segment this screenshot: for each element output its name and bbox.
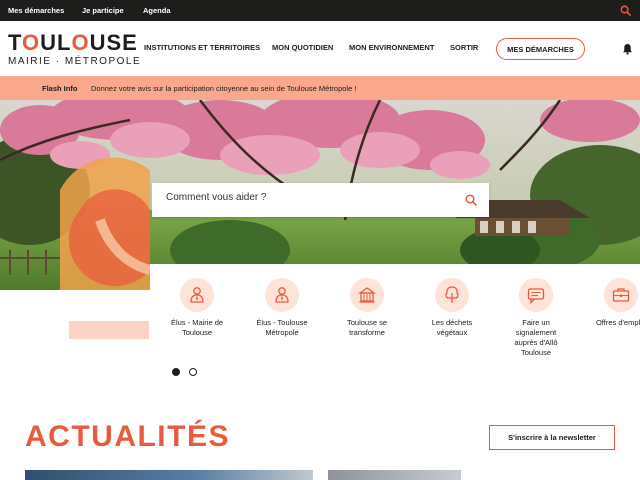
person-icon [180, 278, 214, 312]
chat-icon [519, 278, 553, 312]
main-header: TOULOUSE MAIRIE · MÉTROPOLE INSTITUTIONS… [0, 21, 640, 76]
search-input[interactable] [166, 192, 446, 203]
topbar-link-je-participe[interactable]: Je participe [82, 6, 124, 15]
logo-subtitle: MAIRIE · MÉTROPOLE [8, 56, 142, 67]
topbar-link-mes-demarches[interactable]: Mes démarches [8, 6, 64, 15]
flash-info-banner[interactable]: Flash Info Donnez votre avis sur la part… [0, 76, 640, 100]
flash-info-label: Flash Info [42, 84, 78, 93]
quick-access-elus-mairie[interactable]: Élus - Mairie de Toulouse [165, 278, 229, 338]
news-card-image[interactable] [328, 470, 461, 480]
news-section-title: ACTUALITÉS [25, 420, 230, 453]
nav-sortir[interactable]: SORTIR [450, 43, 478, 52]
carousel-dot-2[interactable] [189, 368, 197, 376]
quick-access-offres-emploi[interactable]: Offres d'emploi [589, 278, 640, 328]
quick-access-label: Les déchets végétaux [431, 318, 473, 337]
search-icon[interactable] [620, 5, 631, 16]
person-icon [265, 278, 299, 312]
newsletter-subscribe-button[interactable]: S'inscrire à la newsletter [489, 425, 615, 450]
nav-mon-quotidien[interactable]: MON QUOTIDIEN [272, 43, 333, 52]
quick-access-label: Offres d'emploi [595, 318, 640, 327]
top-utility-bar: Mes démarches Je participe Agenda [0, 0, 640, 21]
tree-icon [435, 278, 469, 312]
quick-access-toulouse-se-transforme[interactable]: Toulouse se transforme [335, 278, 399, 338]
search-icon[interactable] [465, 194, 477, 206]
quick-access-dechets-vegetaux[interactable]: Les déchets végétaux [420, 278, 484, 338]
decorative-pink-bar [69, 321, 149, 339]
quick-access-label: Faire un signalement auprès d'Allô Toulo… [514, 318, 558, 357]
building-icon [350, 278, 384, 312]
hero-search-box[interactable] [152, 183, 489, 217]
logo-wordmark: TOULOUSE [8, 30, 138, 55]
news-card-image[interactable] [25, 470, 313, 480]
mes-demarches-button[interactable]: MES DÉMARCHES [496, 38, 585, 60]
nav-mon-environnement[interactable]: MON ENVIRONNEMENT [349, 43, 434, 52]
topbar-link-agenda[interactable]: Agenda [143, 6, 171, 15]
quick-access-carousel: Élus - Mairie de Toulouse Élus - Toulous… [150, 264, 640, 374]
quick-access-signalement-allo-toulouse[interactable]: Faire un signalement auprès d'Allô Toulo… [504, 278, 568, 358]
quick-access-label: Élus - Mairie de Toulouse [170, 318, 224, 337]
bell-icon[interactable] [622, 43, 633, 55]
carousel-dot-1[interactable] [172, 368, 180, 376]
nav-institutions-et-territoires[interactable]: INSTITUTIONS ET TERRITOIRES [144, 43, 260, 52]
toulouse-logo[interactable]: TOULOUSE MAIRIE · MÉTROPOLE [8, 30, 142, 68]
flash-info-text[interactable]: Donnez votre avis sur la participation c… [91, 84, 356, 93]
quick-access-label: Toulouse se transforme [346, 318, 388, 337]
briefcase-icon [604, 278, 638, 312]
quick-access-label: Élus - Toulouse Métropole [256, 318, 308, 337]
quick-access-elus-metropole[interactable]: Élus - Toulouse Métropole [250, 278, 314, 338]
